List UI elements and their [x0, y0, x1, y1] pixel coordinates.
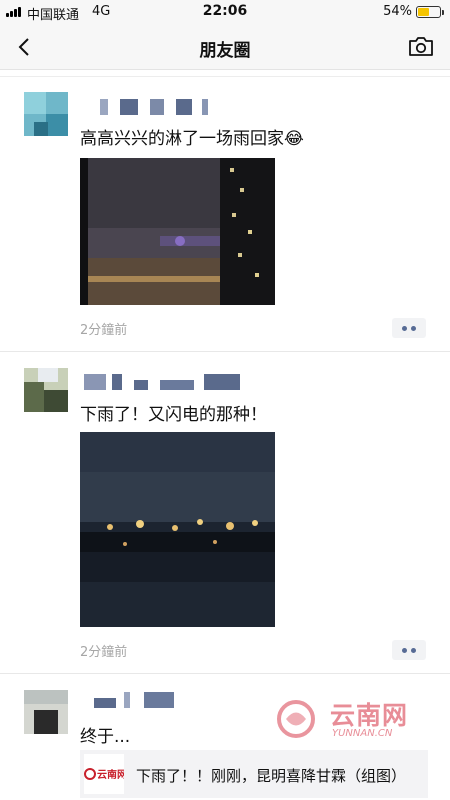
avatar[interactable]: [24, 690, 68, 734]
post-text: 下雨了！又闪电的那种！: [80, 405, 267, 425]
shared-link-title: 下雨了！！刚刚，昆明喜降甘霖（组图）: [136, 767, 407, 785]
post-timestamp: 2分鐘前: [80, 645, 128, 660]
svg-text:云南网: 云南网: [97, 768, 124, 781]
battery-icon: [416, 6, 444, 18]
yunnan-watermark: 云南网 YUNNAN.CN: [272, 696, 422, 742]
watermark-text: 云南网: [330, 701, 409, 730]
nav-bar: 朋友圈: [0, 24, 450, 70]
more-options-button[interactable]: [392, 318, 426, 338]
more-options-button[interactable]: [392, 640, 426, 660]
status-bar: 中国联通 4G 22:06 54%: [0, 0, 450, 24]
post-text: 终于...: [80, 727, 131, 747]
camera-icon[interactable]: [408, 35, 434, 57]
avatar[interactable]: [24, 92, 68, 136]
page-title: 朋友圈: [199, 41, 251, 61]
avatar[interactable]: [24, 368, 68, 412]
yunnan-logo-icon: 云南网: [84, 754, 124, 794]
post-photo[interactable]: [80, 158, 275, 305]
post-photo[interactable]: [80, 432, 275, 627]
battery-percent: 54%: [383, 4, 412, 19]
yunnan-watermark-icon: [277, 700, 315, 738]
shared-link-card[interactable]: 云南网 下雨了！！刚刚，昆明喜降甘霖（组图）: [80, 750, 428, 798]
post-text: 高高兴兴的淋了一场雨回家😂: [80, 129, 304, 149]
watermark-subtext: YUNNAN.CN: [332, 728, 393, 739]
post-timestamp: 2分鐘前: [80, 323, 128, 338]
